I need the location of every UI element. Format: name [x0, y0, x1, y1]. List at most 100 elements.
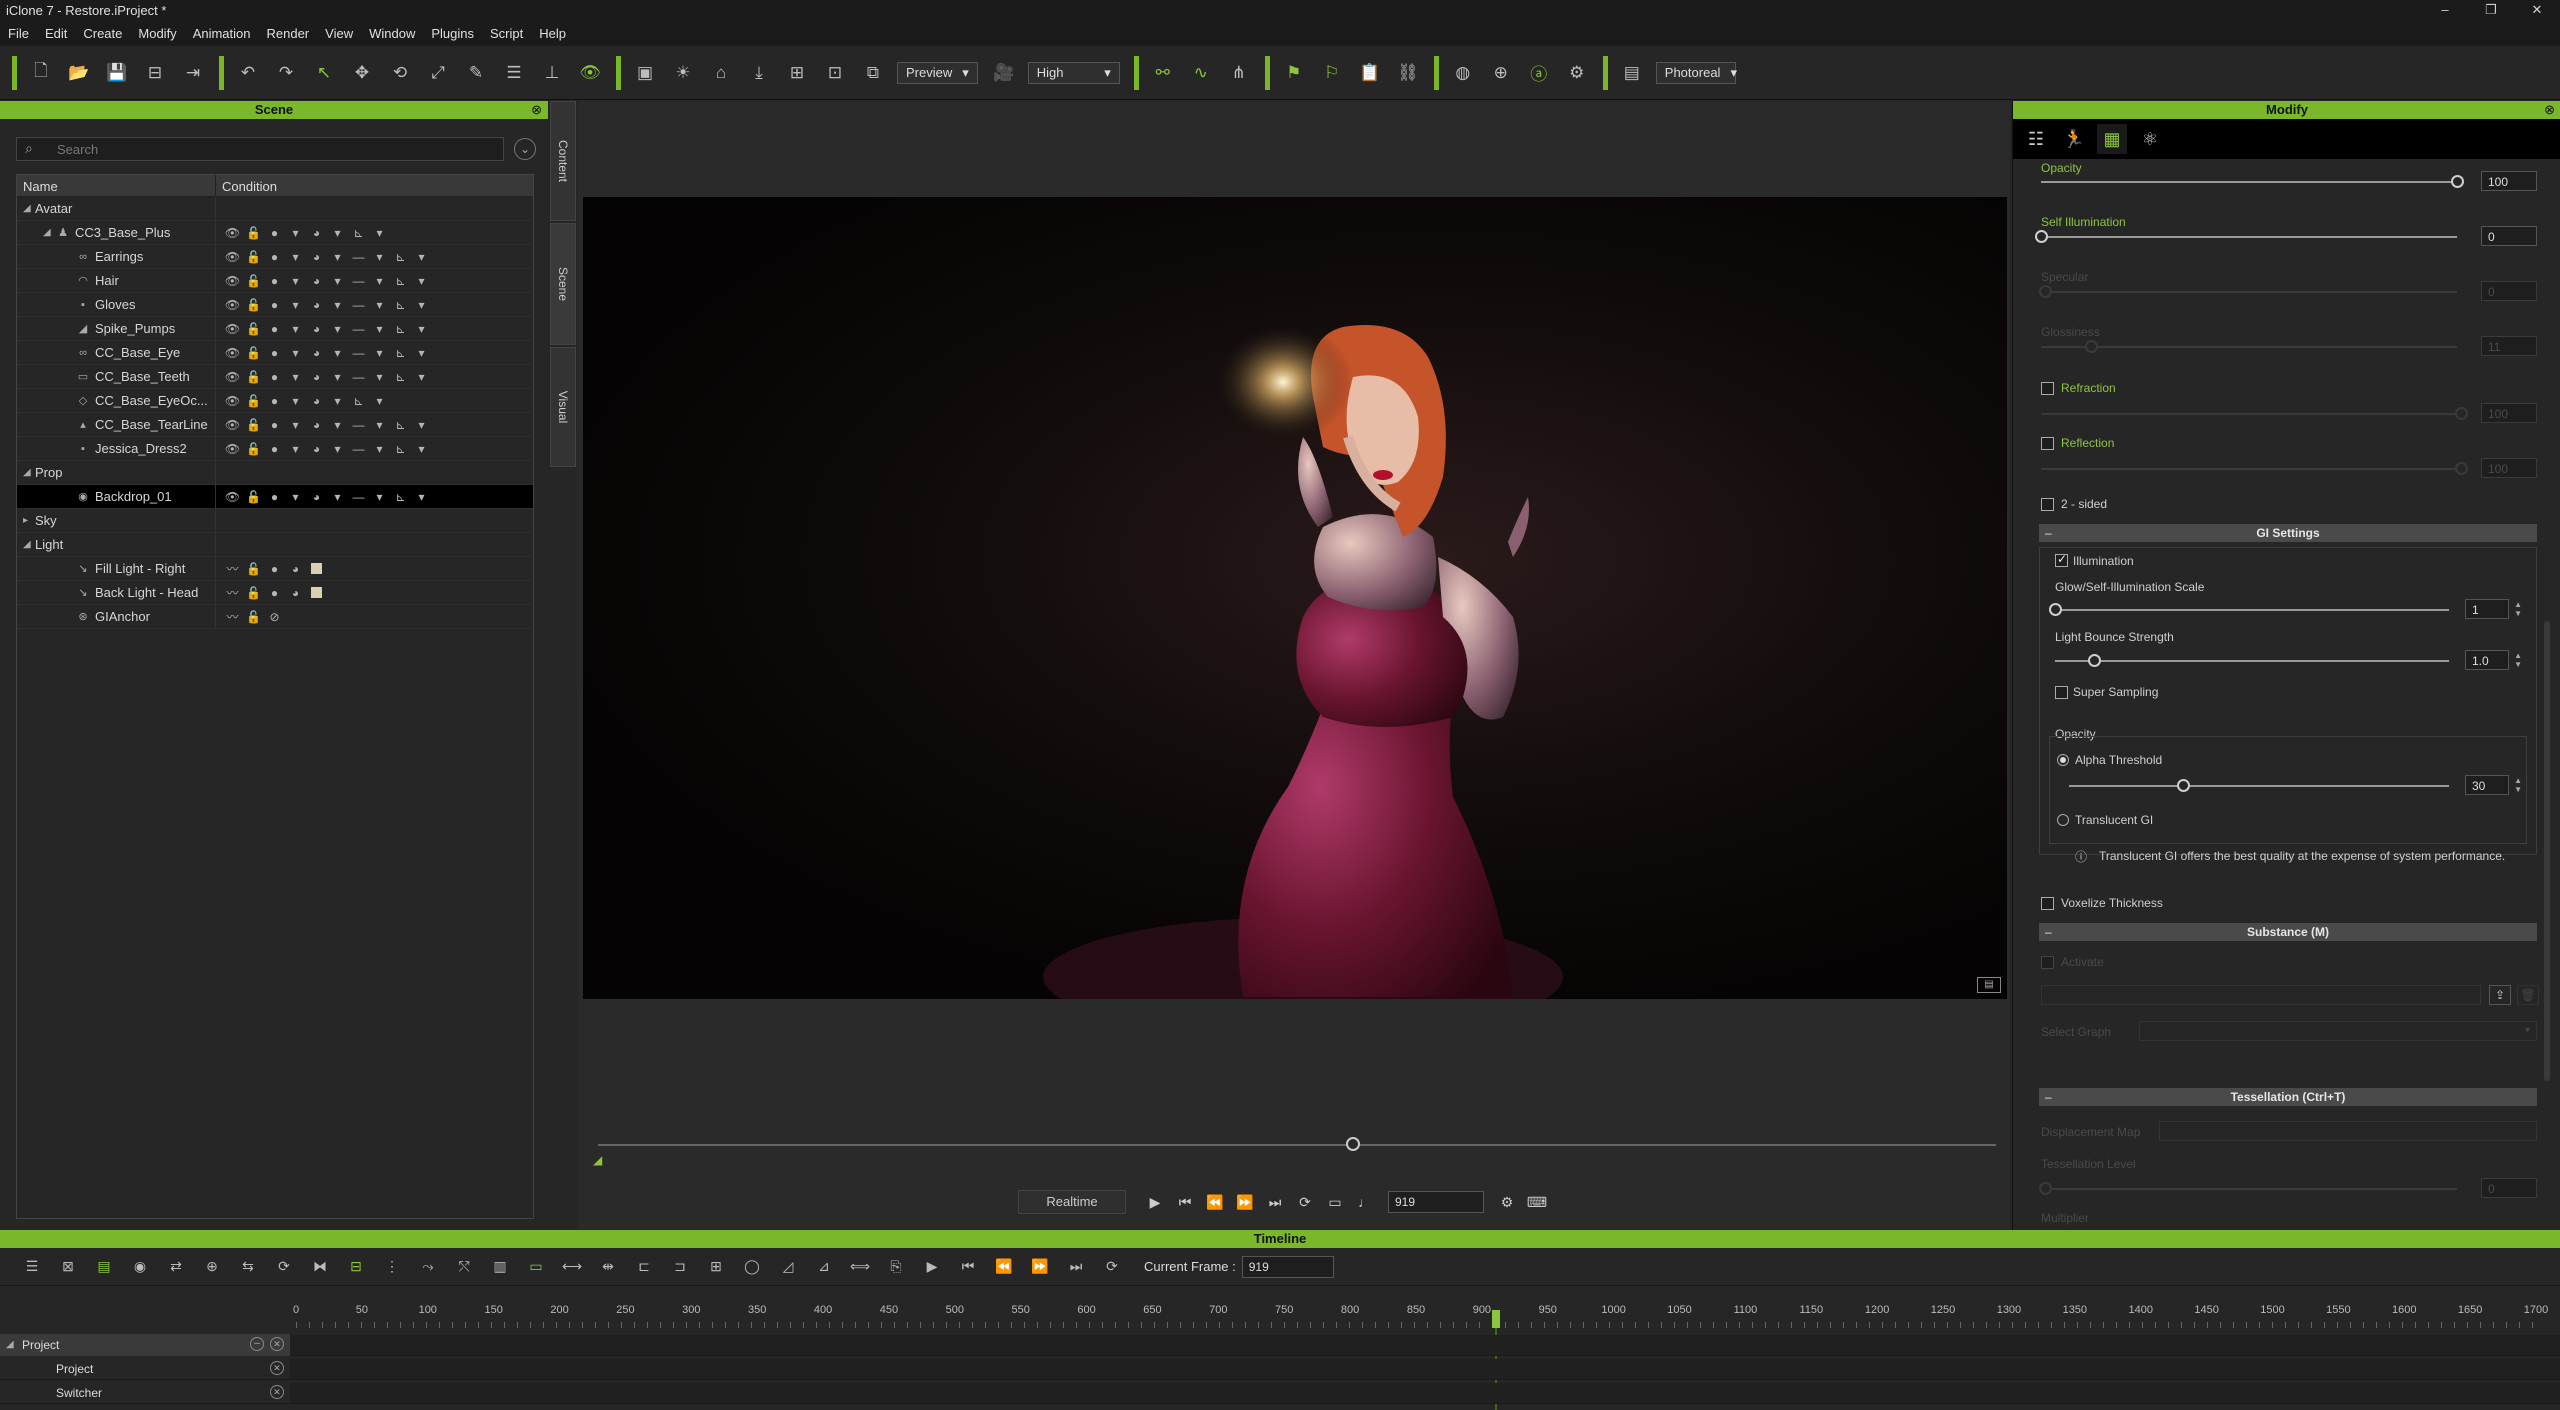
condition-toggle-icon[interactable]: —	[348, 274, 369, 288]
condition-toggle-icon[interactable]: ⊾	[390, 442, 411, 456]
key-filter-icon[interactable]: ▤	[92, 1258, 116, 1275]
condition-toggle-icon[interactable]: 👁	[222, 442, 243, 456]
delete-key-icon[interactable]: ⊠	[56, 1258, 80, 1275]
modify-scrollbar[interactable]	[2544, 621, 2550, 1081]
condition-toggle-icon[interactable]: 🔓	[243, 250, 264, 264]
substance-section[interactable]: – Substance (M)	[2039, 923, 2537, 941]
gear-icon[interactable]: ⚙	[1492, 1194, 1522, 1211]
condition-toggle-icon[interactable]: —	[348, 490, 369, 504]
condition-toggle-icon[interactable]: ▾	[285, 418, 306, 432]
condition-toggle-icon[interactable]: ●	[264, 562, 285, 576]
filter-icon[interactable]: ⌄	[514, 138, 536, 160]
gi-settings-section[interactable]: – GI Settings	[2039, 524, 2537, 542]
timeline-scrubber-track[interactable]	[598, 1144, 1996, 1146]
stretch-icon[interactable]: ⇹	[596, 1258, 620, 1275]
menu-window[interactable]: Window	[369, 26, 415, 41]
menu-create[interactable]: Create	[83, 26, 122, 41]
col-name-header[interactable]: Name	[17, 175, 216, 196]
condition-toggle-icon[interactable]: ▾	[327, 322, 348, 336]
pick-parent-icon[interactable]: ✎	[462, 59, 490, 87]
condition-toggle-icon[interactable]: ▾	[411, 274, 432, 288]
condition-toggle-icon[interactable]: ▾	[285, 442, 306, 456]
opacity-slider[interactable]	[2041, 181, 2457, 183]
condition-toggle-icon[interactable]: 👁	[222, 394, 243, 408]
range-start-icon[interactable]: ◢	[593, 1153, 602, 1167]
condition-toggle-icon[interactable]: ▾	[327, 250, 348, 264]
reflection-checkbox[interactable]	[2041, 437, 2054, 450]
clipboard-icon[interactable]: 📋	[1356, 59, 1384, 87]
condition-toggle-icon[interactable]: 👁	[222, 274, 243, 288]
condition-toggle-icon[interactable]: ◕	[306, 418, 327, 432]
clip-mode-icon[interactable]: ▭	[524, 1258, 548, 1275]
tree-row[interactable]: ▪ Gloves 👁 🔓 ● ▾ ◕ ▾ — ▾ ⊾ ▾	[17, 292, 533, 317]
condition-toggle-icon[interactable]: ▾	[285, 274, 306, 288]
tree-row[interactable]: ◢ Light	[17, 532, 533, 557]
menu-view[interactable]: View	[325, 26, 353, 41]
condition-toggle-icon[interactable]: ◕	[306, 394, 327, 408]
light-bounce-value-field[interactable]: 1.0 ▲ ▼	[2465, 650, 2522, 670]
move-icon[interactable]: ✥	[348, 59, 376, 87]
track-list-icon[interactable]: ☰	[20, 1258, 44, 1275]
align-icon[interactable]: ☰	[500, 59, 528, 87]
ease-icon[interactable]: ◿	[776, 1258, 800, 1275]
render-mode-dropdown[interactable]: Photoreal ▾	[1655, 61, 1737, 84]
snap-icon[interactable]: ⊥	[538, 59, 566, 87]
timeline-track[interactable]: Project ✕	[0, 1358, 2560, 1380]
break-clip-icon[interactable]: ⊟	[344, 1258, 368, 1275]
condition-toggle-icon[interactable]: ⊾	[390, 322, 411, 336]
import-icon[interactable]: ⊟	[141, 59, 169, 87]
condition-toggle-icon[interactable]: ●	[264, 322, 285, 336]
condition-toggle-icon[interactable]: ▾	[411, 322, 432, 336]
opacity-value-field[interactable]: 100▲▼	[2481, 171, 2537, 191]
expand-arrow-icon[interactable]: ◢	[43, 227, 55, 238]
fit-icon[interactable]: ⟺	[848, 1258, 872, 1275]
condition-toggle-icon[interactable]: ▾	[285, 394, 306, 408]
move-key-icon[interactable]: ⇆	[236, 1258, 260, 1275]
prev-frame-icon[interactable]: ⏪	[1200, 1194, 1230, 1211]
condition-toggle-icon[interactable]: —	[348, 250, 369, 264]
condition-toggle-icon[interactable]: ▾	[285, 346, 306, 360]
condition-toggle-icon[interactable]: ▾	[369, 298, 390, 312]
condition-toggle-icon[interactable]: ▾	[327, 298, 348, 312]
frame-selected-icon[interactable]: ⊞	[783, 59, 811, 87]
close-track-icon[interactable]: ✕	[270, 1360, 284, 1375]
modify-close-icon[interactable]: ⊗	[2544, 101, 2555, 119]
curve-icon[interactable]: ∿	[1187, 59, 1215, 87]
split-icon[interactable]: ⊞	[704, 1258, 728, 1275]
condition-toggle-icon[interactable]: 🔓	[243, 586, 264, 600]
menu-render[interactable]: Render	[267, 26, 310, 41]
range-icon[interactable]: ⟷	[560, 1258, 584, 1275]
tree-row[interactable]: ▭ CC_Base_Teeth 👁 🔓 ● ▾ ◕ ▾ — ▾ ⊾ ▾	[17, 364, 533, 389]
next-frame-icon[interactable]: ⏩	[1230, 1194, 1260, 1211]
condition-toggle-icon[interactable]: ◕	[306, 226, 327, 240]
tree-row[interactable]: ↘ Back Light - Head 〰 🔓 ● ◕	[17, 580, 533, 605]
condition-toggle-icon[interactable]: 🔓	[243, 226, 264, 240]
glow-scale-knob[interactable]	[2049, 603, 2062, 616]
voxelize-checkbox[interactable]	[2041, 897, 2054, 910]
condition-toggle-icon[interactable]: ▾	[411, 370, 432, 384]
condition-toggle-icon[interactable]: ●	[264, 226, 285, 240]
condition-toggle-icon[interactable]: ●	[264, 442, 285, 456]
sun-light-icon[interactable]: ☀	[669, 59, 697, 87]
condition-toggle-icon[interactable]: 👁	[222, 322, 243, 336]
condition-toggle-icon[interactable]: 🔓	[243, 274, 264, 288]
transition-icon[interactable]: ⟳	[272, 1258, 296, 1275]
condition-toggle-icon[interactable]: ●	[264, 490, 285, 504]
condition-toggle-icon[interactable]: 👁	[222, 490, 243, 504]
condition-toggle-icon[interactable]: ▾	[285, 490, 306, 504]
condition-toggle-icon[interactable]: ⊾	[390, 490, 411, 504]
condition-toggle-icon[interactable]: 👁	[222, 250, 243, 264]
col-condition-header[interactable]: Condition	[216, 175, 533, 196]
tree-row[interactable]: ↘ Fill Light - Right 〰 🔓 ● ◕	[17, 556, 533, 581]
tab-visual[interactable]: Visual	[550, 347, 576, 467]
condition-toggle-icon[interactable]: 〰	[222, 608, 243, 625]
expand-arrow-icon[interactable]: ◢	[23, 203, 35, 214]
condition-toggle-icon[interactable]: ●	[264, 274, 285, 288]
condition-toggle-icon[interactable]: ▾	[369, 490, 390, 504]
undo-icon[interactable]: ↶	[234, 59, 262, 87]
tab-attributes-icon[interactable]: ☷	[2021, 124, 2051, 154]
link-icon[interactable]: ⛓	[1394, 59, 1422, 87]
condition-toggle-icon[interactable]: ▾	[369, 274, 390, 288]
track-body[interactable]	[290, 1334, 2560, 1355]
loop-clip-icon[interactable]: ⇄	[164, 1258, 188, 1275]
